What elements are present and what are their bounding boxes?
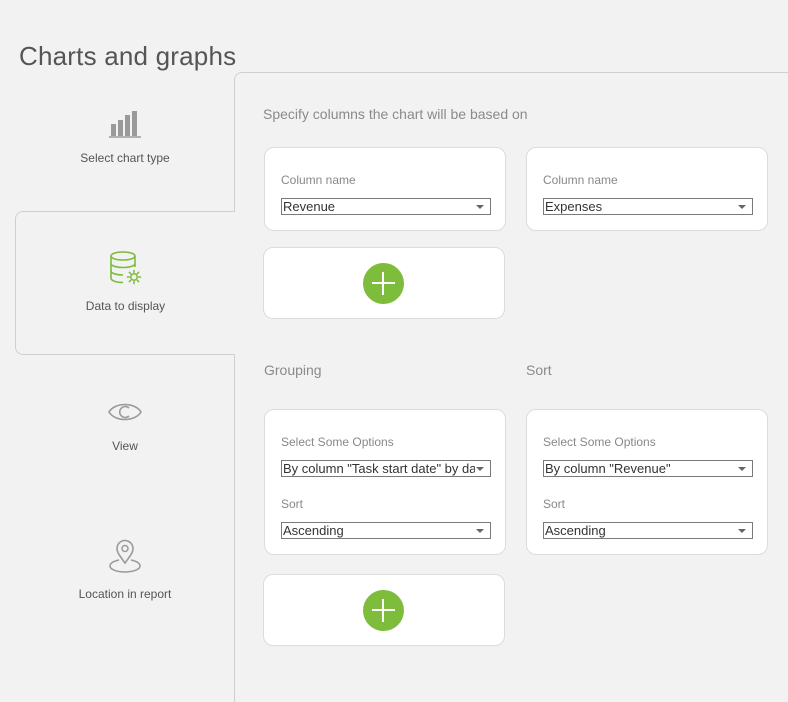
add-column-card[interactable] [263,247,505,319]
nav-item-label: Location in report [78,587,172,601]
sort-card: Select Some Options By column "Revenue" … [526,409,768,555]
main-panel: Specify columns the chart will be based … [234,72,788,702]
column-card: Column name Expenses [526,147,768,231]
sort-options-select[interactable]: By column "Revenue" [543,460,753,477]
sort-order-label: Sort [543,497,566,511]
sort-heading: Sort [526,362,552,378]
nav-item-view[interactable]: View [15,398,235,453]
grouping-options-label: Select Some Options [281,435,394,449]
nav-item-data-to-display[interactable]: Data to display [15,211,235,355]
chevron-down-icon [476,467,484,471]
nav-item-label: Data to display [85,299,166,313]
column-name-label: Column name [281,173,356,187]
nav-item-select-chart-type[interactable]: Select chart type [15,108,235,165]
eye-icon [15,398,235,431]
add-grouping-button[interactable] [363,590,404,631]
bar-chart-icon [15,108,235,143]
column-name-label: Column name [543,173,618,187]
nav-item-label: View [112,439,138,453]
map-pin-icon [15,538,235,579]
database-gear-icon [16,250,235,291]
page-title: Charts and graphs [19,41,237,72]
chevron-down-icon [738,467,746,471]
chevron-down-icon [738,205,746,209]
nav-item-location-in-report[interactable]: Location in report [15,538,235,601]
sort-options-label: Select Some Options [543,435,656,449]
column-name-select[interactable]: Revenue [281,198,491,215]
column-card: Column name Revenue [264,147,506,231]
grouping-card: Select Some Options By column "Task star… [264,409,506,555]
chevron-down-icon [476,205,484,209]
column-name-select[interactable]: Expenses [543,198,753,215]
add-grouping-card[interactable] [263,574,505,646]
nav-item-label: Select chart type [80,151,170,165]
grouping-sort-select[interactable]: Ascending [281,522,491,539]
grouping-heading: Grouping [264,362,322,378]
grouping-sort-label: Sort [281,497,304,511]
instruction-text: Specify columns the chart will be based … [263,106,528,122]
chevron-down-icon [476,529,484,533]
add-column-button[interactable] [363,263,404,304]
grouping-options-select[interactable]: By column "Task start date" by date [281,460,491,477]
sort-order-select[interactable]: Ascending [543,522,753,539]
chevron-down-icon [738,529,746,533]
